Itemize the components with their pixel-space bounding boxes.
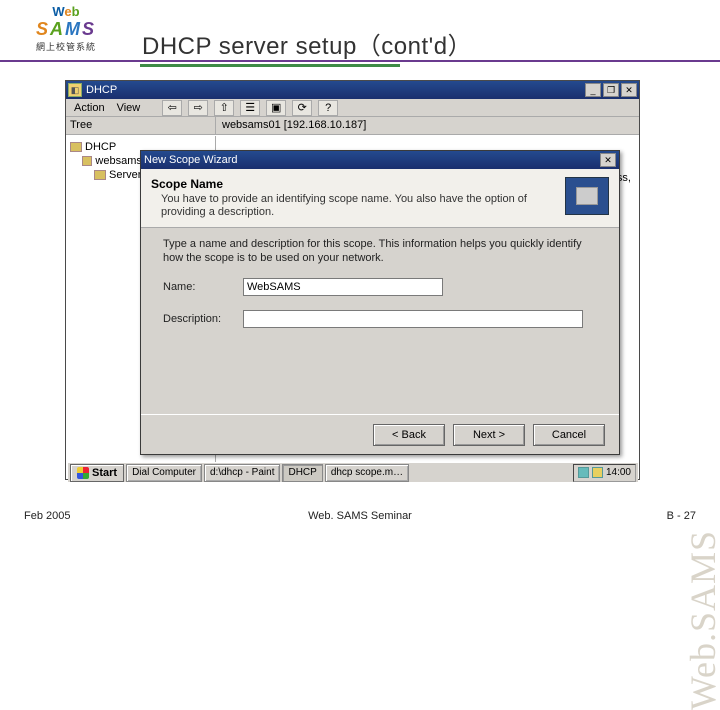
dialog-footer: < Back Next > Cancel <box>141 414 619 454</box>
tree-node-dhcp-label: DHCP <box>85 141 116 153</box>
content-header-text: websams01 [192.168.10.187] <box>216 117 639 134</box>
columns-header: Tree websams01 [192.168.10.187] <box>66 117 639 135</box>
help-button[interactable]: ? <box>318 100 338 116</box>
name-row: Name: <box>163 278 597 296</box>
dialog-titlebar: New Scope Wizard ✕ <box>141 151 619 169</box>
description-row: Description: <box>163 310 597 328</box>
server-icon <box>82 156 92 166</box>
dialog-header-title: Scope Name <box>151 177 557 191</box>
task-item-4-label: dhcp scope.m… <box>331 467 403 478</box>
show-tree-button[interactable]: ☰ <box>240 100 260 116</box>
task-item-2[interactable]: d:\dhcp - Paint <box>204 464 280 482</box>
app-titlebar: ◧ DHCP _ ❐ ✕ <box>66 81 639 99</box>
dialog-close-button[interactable]: ✕ <box>600 153 616 167</box>
tray-icon-1[interactable] <box>578 467 589 478</box>
dialog-instruction: Type a name and description for this sco… <box>163 238 597 266</box>
next-button[interactable]: Next > <box>453 424 525 446</box>
slide-title: DHCP server setup（cont'd） <box>142 26 472 61</box>
dhcp-app-icon: ◧ <box>68 83 82 97</box>
refresh-button[interactable]: ⟳ <box>292 100 312 116</box>
dialog-body: Type a name and description for this sco… <box>141 228 619 414</box>
properties-button[interactable]: ▣ <box>266 100 286 116</box>
scope-wizard-icon <box>565 177 609 215</box>
task-item-2-label: d:\dhcp - Paint <box>210 467 274 478</box>
task-item-4[interactable]: dhcp scope.m… <box>325 464 409 482</box>
minimize-button[interactable]: _ <box>585 83 601 97</box>
start-button[interactable]: Start <box>70 464 124 482</box>
menu-action[interactable]: Action <box>70 101 109 115</box>
tree-column-title: Tree <box>66 117 216 134</box>
up-level-button[interactable]: ⇧ <box>214 100 234 116</box>
dialog-header: Scope Name You have to provide an identi… <box>141 169 619 228</box>
menu-view[interactable]: View <box>113 101 145 115</box>
close-button[interactable]: ✕ <box>621 83 637 97</box>
description-label: Description: <box>163 313 243 325</box>
task-item-3-active[interactable]: DHCP <box>282 464 322 482</box>
watermark-text: Web.SAMS <box>682 530 720 710</box>
footer-page: B - 27 <box>667 510 696 522</box>
tray-clock: 14:00 <box>606 467 631 478</box>
app-menubar: Action View ⇦ ⇨ ⇧ ☰ ▣ ⟳ ? <box>66 99 639 117</box>
dialog-title-text: New Scope Wizard <box>144 154 238 166</box>
new-scope-wizard-dialog: New Scope Wizard ✕ Scope Name You have t… <box>140 150 620 455</box>
name-input[interactable] <box>243 278 443 296</box>
dialog-header-sub: You have to provide an identifying scope… <box>151 193 557 219</box>
logo-block: Web SAMS 網上校管系統 <box>6 4 126 59</box>
taskbar: Start Dial Computer d:\dhcp - Paint DHCP… <box>68 462 638 482</box>
back-button[interactable]: < Back <box>373 424 445 446</box>
logo-sams: SAMS <box>36 19 96 40</box>
nav-back-button[interactable]: ⇦ <box>162 100 182 116</box>
task-item-3-label: DHCP <box>288 467 316 478</box>
start-label: Start <box>92 467 117 479</box>
windows-flag-icon <box>77 467 89 479</box>
logo-web: Web <box>52 4 79 19</box>
footer-center: Web. SAMS Seminar <box>0 510 720 522</box>
system-tray[interactable]: 14:00 <box>573 464 636 482</box>
tray-icon-2[interactable] <box>592 467 603 478</box>
task-item-1-label: Dial Computer <box>132 467 196 478</box>
title-underline-green <box>140 64 400 67</box>
app-title-text: DHCP <box>86 84 117 96</box>
nav-forward-button[interactable]: ⇨ <box>188 100 208 116</box>
options-icon <box>94 170 106 180</box>
title-underline-top <box>0 60 720 62</box>
restore-button[interactable]: ❐ <box>603 83 619 97</box>
description-input[interactable] <box>243 310 583 328</box>
name-label: Name: <box>163 281 243 293</box>
cancel-button[interactable]: Cancel <box>533 424 605 446</box>
folder-icon <box>70 142 82 152</box>
logo-subtitle: 網上校管系統 <box>36 40 96 53</box>
task-item-1[interactable]: Dial Computer <box>126 464 202 482</box>
